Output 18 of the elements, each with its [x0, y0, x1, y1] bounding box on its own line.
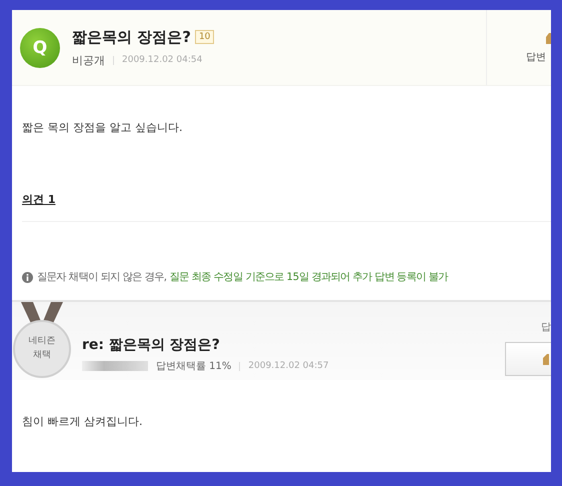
question-avatar: Q: [20, 28, 60, 68]
notice-text: 질문자 채택이 되지 않은 경우, 질문 최종 수정일 기준으로 15일 경과되어 추가 답변 등록이 불가: [37, 270, 448, 284]
question-body: 짧은 목의 장점을 알고 싶습니다.: [22, 120, 184, 136]
question-date: 2009.12.02 04:54: [122, 55, 202, 65]
answer-body: 침이 빠르게 삼켜집니다.: [22, 414, 144, 429]
opinion-heading: 의견 1: [22, 193, 56, 206]
medal-label: 네티즌 채택: [28, 335, 56, 362]
like-button[interactable]: [505, 342, 551, 376]
answer-label: 답변: [526, 50, 546, 64]
question-title: 짧은목의 장점은?: [72, 28, 191, 46]
author-name: 비공개: [72, 52, 105, 68]
answer-label: 답: [541, 321, 551, 334]
redacted-name: [82, 361, 148, 371]
info-icon: [22, 272, 33, 282]
answer-rate: 답변채택률 11%: [156, 360, 232, 373]
answer-title: re: 짧은목의 장점은?: [82, 336, 221, 354]
answer-date: 2009.12.02 04:57: [248, 361, 329, 371]
points-badge: 10: [194, 30, 214, 44]
